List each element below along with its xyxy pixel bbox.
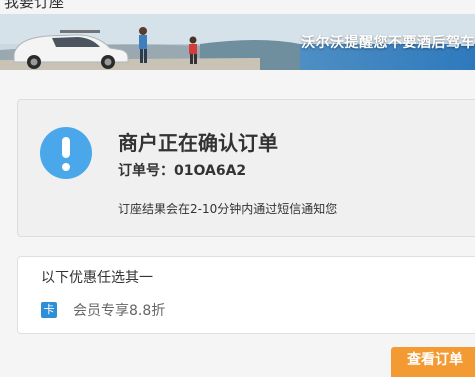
status-note: 订座结果会在2-10分钟内通过短信通知您 <box>118 202 338 216</box>
exclamation-circle-icon <box>40 127 92 179</box>
banner-slogan: 沃尔沃提醒您不要酒后驾车 <box>301 35 475 51</box>
card-badge-icon: 卡 <box>41 302 57 318</box>
ad-banner[interactable]: 沃尔沃提醒您不要酒后驾车 <box>0 14 475 70</box>
offers-title: 以下优惠任选其一 <box>41 270 153 286</box>
offer-item-member-discount[interactable]: 卡 会员专享8.8折 <box>41 301 165 319</box>
order-number-value: 01OA6A2 <box>174 163 247 179</box>
view-order-button[interactable]: 查看订单 <box>391 347 475 377</box>
order-number-row: 订单号：01OA6A2 <box>118 160 246 180</box>
page-title: 我要订座 <box>4 0 65 11</box>
status-title: 商户正在确认订单 <box>118 131 278 155</box>
order-status-card: 商户正在确认订单 订单号：01OA6A2 订座结果会在2-10分钟内通过短信通知… <box>17 99 475 237</box>
order-number-label: 订单号： <box>118 163 174 179</box>
offer-label: 会员专享8.8折 <box>73 303 166 319</box>
offers-card: 以下优惠任选其一 卡 会员专享8.8折 <box>17 256 475 334</box>
